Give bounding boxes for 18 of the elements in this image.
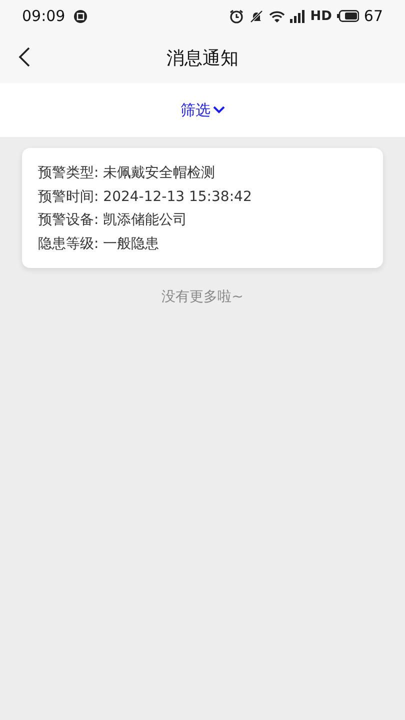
end-of-list-text: 没有更多啦~	[162, 288, 244, 306]
page-title: 消息通知	[166, 46, 238, 70]
alert-detail: 预警类型: 未佩戴安全帽检测	[38, 164, 216, 183]
battery-level: 67	[364, 7, 383, 25]
back-icon[interactable]	[18, 47, 30, 67]
chevron-down-icon	[212, 106, 224, 114]
status-time: 09:09	[22, 7, 66, 25]
wifi-icon	[269, 10, 286, 22]
battery-icon	[336, 10, 359, 22]
alert-detail: 预警设备: 凯添储能公司	[38, 211, 188, 230]
network-label: HD	[310, 8, 332, 24]
signal-icon	[290, 10, 306, 22]
alarm-icon	[229, 8, 244, 24]
alert-card[interactable]: 预警类型: 未佩戴安全帽检测 预警时间: 2024-12-13 15:38:42 预警设备: 凯添储能公司 隐患等级: 一般隐患	[22, 148, 383, 268]
muted-bell-icon	[249, 8, 264, 24]
alert-detail: 隐患等级: 一般隐患	[38, 234, 160, 254]
alert-detail: 预警时间: 2024-12-13 15:38:42	[38, 188, 253, 206]
filter-button[interactable]: 筛选	[180, 100, 224, 120]
